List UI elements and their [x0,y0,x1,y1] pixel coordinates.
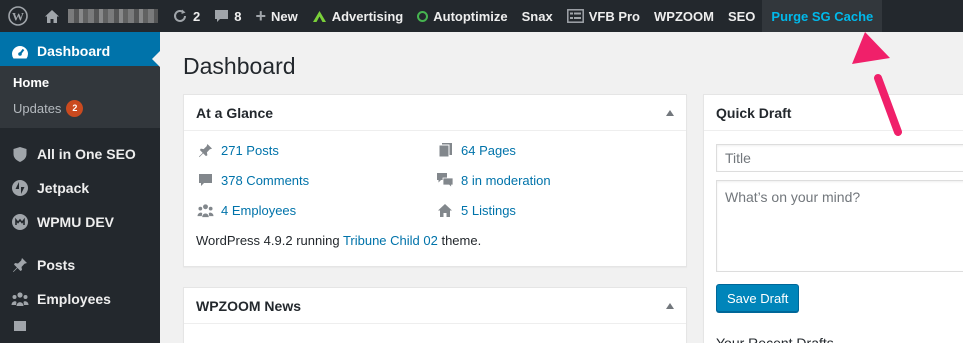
advertising-label: Advertising [331,8,404,24]
glance-pages-link[interactable]: 64 Pages [436,141,676,159]
draft-title-input[interactable]: Title [716,144,963,172]
home-icon [436,201,454,219]
pushpin-icon [10,255,30,275]
sidebar-item-jetpack[interactable]: Jetpack [0,171,160,205]
sidebar-item-all-in-one-seo[interactable]: All in One SEO [0,137,160,171]
pushpin-icon [196,141,214,159]
glance-listings-label: 5 Listings [461,202,516,218]
sidebar-item-label: Employees [37,291,111,307]
status-ring-icon [417,10,429,22]
updates-count: 2 [193,8,201,24]
refresh-icon [172,8,188,24]
version-prefix: WordPress 4.9.2 running [196,233,343,248]
wpzoom-label: WPZOOM [654,8,714,24]
sidebar-subitem-updates[interactable]: Updates 2 [0,95,160,122]
widget-header[interactable]: WPZOOM News [184,288,686,324]
comments-icon [436,171,454,189]
sidebar-subitem-label: Updates [13,101,62,116]
widget-title: Quick Draft [716,104,792,121]
site-name-menu[interactable] [36,0,165,32]
glance-items: 271 Posts 64 Pages 378 Comments 8 in mod… [184,131,686,219]
save-draft-button[interactable]: Save Draft [716,284,800,312]
form-icon [566,9,584,23]
menu-icon [10,316,30,336]
quick-draft-widget: Quick Draft Title What’s on your mind? S… [703,94,963,343]
collapse-toggle-icon[interactable] [666,302,674,309]
seo-menu[interactable]: SEO [721,0,762,32]
new-content-menu[interactable]: + New [248,0,304,32]
updates-menu[interactable]: 2 [165,0,207,32]
annotation-arrow-icon [852,32,902,136]
sidebar-item-label: All in One SEO [37,146,136,162]
svg-text:W: W [12,10,24,24]
wpzoom-news-widget: WPZOOM News [183,287,687,343]
wpzoom-menu[interactable]: WPZOOM [647,0,721,32]
glance-pages-label: 64 Pages [461,142,516,158]
widget-title: WPZOOM News [196,297,302,314]
sidebar-item-label: Posts [37,257,76,273]
new-label: New [270,8,298,24]
widget-title: At a Glance [196,104,274,121]
updates-badge: 2 [66,100,84,117]
dashboard-icon [10,43,30,63]
home-icon [44,9,60,24]
glance-moderation-link[interactable]: 8 in moderation [436,171,676,189]
comments-count: 8 [234,8,242,24]
widget-header[interactable]: Quick Draft [704,95,963,131]
jetpack-icon [10,178,30,198]
pages-icon [436,141,454,159]
at-a-glance-widget: At a Glance 271 Posts 64 Pages 378 Comme… [183,94,687,267]
vfb-pro-menu[interactable]: VFB Pro [560,0,647,32]
wordpress-version-text: WordPress 4.9.2 running Tribune Child 02… [184,219,686,248]
sidebar-item-employees[interactable]: Employees [0,282,160,316]
page-title: Dashboard [183,53,296,79]
plus-icon: + [255,6,266,26]
collapse-toggle-icon[interactable] [666,109,674,116]
advertising-menu[interactable]: Advertising [305,0,411,32]
comment-icon [196,171,214,189]
glance-comments-link[interactable]: 378 Comments [196,171,436,189]
version-suffix: theme. [437,233,482,248]
admin-bar: W 2 8 + New Advertising Autoptimize Snax [0,0,963,32]
sidebar-item-dashboard[interactable]: Dashboard [0,32,160,67]
sidebar-item-label: WPMU DEV [37,214,114,230]
advertising-icon [312,10,327,23]
glance-posts-label: 271 Posts [221,142,279,158]
snax-menu[interactable]: Snax [515,0,560,32]
comments-menu[interactable]: 8 [207,0,248,32]
admin-sidebar: Dashboard Home Updates 2 All in One SEO … [0,32,160,343]
snax-label: Snax [521,8,553,24]
sidebar-item-posts[interactable]: Posts [0,248,160,282]
sidebar-item-partial[interactable] [0,316,160,336]
autoptimize-menu[interactable]: Autoptimize [410,0,514,32]
sidebar-item-label: Dashboard [37,43,111,59]
groups-icon [10,289,30,309]
vfb-label: VFB Pro [588,8,640,24]
glance-moderation-label: 8 in moderation [461,172,551,188]
glance-listings-link[interactable]: 5 Listings [436,201,676,219]
recent-drafts-heading: Your Recent Drafts [716,335,834,343]
sidebar-subitem-home[interactable]: Home [0,70,160,95]
sidebar-item-wpmu-dev[interactable]: WPMU DEV [0,205,160,239]
groups-icon [196,201,214,219]
draft-content-textarea[interactable]: What’s on your mind? [716,180,963,272]
wordpress-logo-icon[interactable]: W [0,0,36,32]
glance-posts-link[interactable]: 271 Posts [196,141,436,159]
autoptimize-label: Autoptimize [433,8,508,24]
sidebar-item-label: Jetpack [37,180,90,196]
theme-link[interactable]: Tribune Child 02 [343,233,438,248]
wpmu-dev-icon [10,212,30,232]
site-name-blurred [68,9,158,23]
seo-label: SEO [727,8,756,24]
glance-employees-link[interactable]: 4 Employees [196,201,436,219]
widget-header[interactable]: At a Glance [184,95,686,131]
glance-employees-label: 4 Employees [221,202,297,218]
shield-icon [10,144,30,164]
dashboard-submenu: Home Updates 2 [0,66,160,128]
glance-comments-label: 378 Comments [221,172,310,188]
comment-icon [214,9,229,24]
